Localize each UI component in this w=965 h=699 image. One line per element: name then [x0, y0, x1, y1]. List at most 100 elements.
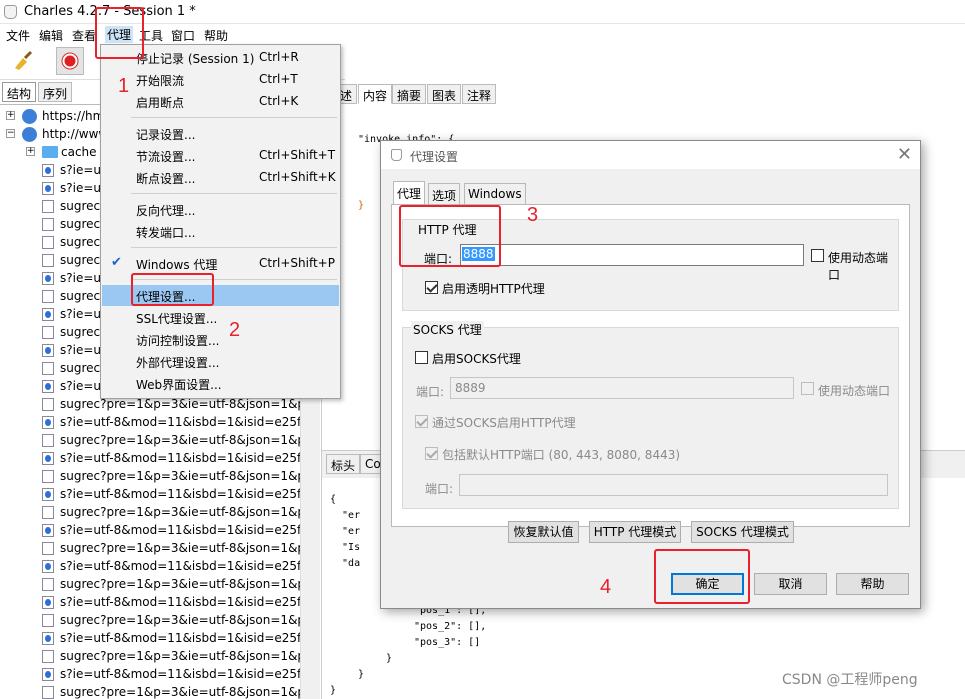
tree-item-label: s?ie=ut — [60, 271, 106, 285]
menu-item-web-interface[interactable]: Web界面设置... — [102, 373, 339, 394]
request-globe-icon — [42, 380, 54, 393]
checkmark-icon: ✔ — [111, 255, 122, 270]
menu-help[interactable]: 帮助 — [204, 27, 228, 44]
request-document-icon — [42, 614, 54, 627]
broom-clear-button[interactable] — [8, 47, 36, 75]
globe-icon — [22, 127, 37, 142]
http-port-input[interactable]: 8888 — [460, 244, 804, 266]
code-line: "pos_3": [] — [414, 637, 481, 648]
tab-structure[interactable]: 结构 — [2, 82, 37, 102]
tree-item-label: sugrec — [60, 199, 101, 213]
menu-edit[interactable]: 编辑 — [39, 27, 63, 44]
menu-item-start-throttling[interactable]: 开始限流 Ctrl+T — [102, 69, 339, 90]
dialog-title-bar: 代理设置 ✕ — [381, 141, 920, 169]
menu-item-ssl-proxy-settings[interactable]: SSL代理设置... — [102, 307, 339, 328]
include-default-ports-checkbox[interactable] — [425, 447, 438, 460]
menu-item-breakpoint-settings[interactable]: 断点设置... Ctrl+Shift+K — [102, 167, 339, 188]
code-line: "er — [330, 510, 361, 521]
request-document-icon — [42, 218, 54, 231]
menu-item-windows-proxy[interactable]: ✔ Windows 代理 Ctrl+Shift+P — [102, 253, 339, 274]
menu-item-access-control[interactable]: 访问控制设置... — [102, 329, 339, 350]
tree-item-label: s?ie=utf-8&mod=11&isbd=1&isid=e25f — [60, 487, 300, 501]
request-globe-icon — [42, 344, 54, 357]
socks-port-input[interactable]: 8889 — [450, 377, 794, 399]
tab-sequence[interactable]: 序列 — [38, 82, 73, 102]
tree-item-label: s?ie=ut — [60, 163, 106, 177]
annotation-box-ok — [654, 549, 750, 604]
tab-headers[interactable]: 标头 — [326, 454, 361, 474]
restore-defaults-button[interactable]: 恢复默认值 — [508, 521, 579, 543]
help-button[interactable]: 帮助 — [836, 573, 909, 595]
annotation-number-4: 4 — [600, 576, 612, 598]
dialog-tab-options[interactable]: 选项 — [428, 183, 461, 205]
socks-port2-input[interactable] — [459, 474, 888, 496]
annotation-number-2: 2 — [229, 319, 241, 341]
request-globe-icon — [42, 164, 54, 177]
tree-item-label: sugrec?pre=1&p=3&ie=utf-8&json=1&p — [60, 613, 300, 627]
code-line: } — [386, 653, 393, 664]
transparent-http-checkbox[interactable] — [425, 281, 438, 294]
record-button[interactable] — [56, 47, 84, 75]
charles-app-icon — [4, 5, 17, 19]
tab-notes[interactable]: 注释 — [462, 84, 497, 104]
request-globe-icon — [42, 632, 54, 645]
request-globe-icon — [42, 560, 54, 573]
request-document-icon — [42, 578, 54, 591]
socks-proxy-mode-button[interactable]: SOCKS 代理模式 — [691, 521, 794, 543]
cancel-button[interactable]: 取消 — [754, 573, 827, 595]
tree-item-label: s?ie=utf-8&mod=11&isbd=1&isid=e25f — [60, 559, 300, 573]
menu-separator — [131, 193, 337, 194]
request-document-icon — [42, 398, 54, 411]
code-line: } — [358, 200, 365, 211]
dialog-tab-windows[interactable]: Windows — [464, 183, 526, 205]
menu-item-enable-breakpoints[interactable]: 启用断点 Ctrl+K — [102, 91, 339, 112]
request-globe-icon — [42, 452, 54, 465]
request-globe-icon — [42, 308, 54, 321]
request-globe-icon — [42, 668, 54, 681]
tree-item-label: s?ie=utf-8&mod=11&isbd=1&isid=e25f — [60, 631, 300, 645]
menu-item-port-forwarding[interactable]: 转发端口... — [102, 221, 339, 242]
http-proxy-mode-button[interactable]: HTTP 代理模式 — [589, 521, 681, 543]
close-icon[interactable]: ✕ — [897, 144, 912, 165]
request-document-icon — [42, 686, 54, 699]
tree-item-label: sugrec?pre=1&p=3&ie=utf-8&json=1&p — [60, 433, 300, 447]
http-via-socks-checkbox[interactable] — [415, 415, 428, 428]
menu-item-recording-settings[interactable]: 记录设置... — [102, 123, 339, 144]
tree-item-label: sugrec — [60, 289, 101, 303]
socks-proxy-title: SOCKS 代理 — [411, 321, 484, 338]
expand-icon[interactable]: + — [26, 147, 35, 156]
expand-icon[interactable]: + — [6, 111, 15, 120]
menu-file[interactable]: 文件 — [6, 27, 30, 44]
menu-item-external-proxy[interactable]: 外部代理设置... — [102, 351, 339, 372]
tree-item-label: s?ie=utf-8&mod=11&isbd=1&isid=e25f — [60, 523, 300, 537]
annotation-box-proxy-settings — [131, 273, 214, 306]
tab-chart[interactable]: 图表 — [427, 84, 462, 104]
tree-item-label: s?ie=ut — [60, 181, 106, 195]
request-document-icon — [42, 470, 54, 483]
tree-item-label: s?ie=ut — [60, 379, 106, 393]
socks-dynamic-port-checkbox[interactable] — [801, 382, 814, 395]
menu-view[interactable]: 查看 — [72, 27, 96, 44]
annotation-box-proxy-menu — [95, 7, 144, 59]
request-document-icon — [42, 236, 54, 249]
tree-item-label: s?ie=ut — [60, 343, 106, 357]
http-dynamic-port-checkbox[interactable] — [811, 249, 824, 262]
tree-item-label: sugrec?pre=1&p=3&ie=utf-8&json=1&p — [60, 469, 300, 483]
request-document-icon — [42, 254, 54, 267]
dialog-tab-proxies[interactable]: 代理 — [393, 181, 426, 205]
tab-summary[interactable]: 摘要 — [392, 84, 427, 104]
enable-socks-label: 启用SOCKS代理 — [432, 352, 521, 366]
menu-item-throttle-settings[interactable]: 节流设置... Ctrl+Shift+T — [102, 145, 339, 166]
menu-item-reverse-proxy[interactable]: 反向代理... — [102, 199, 339, 220]
request-globe-icon — [42, 596, 54, 609]
transparent-http-label: 启用透明HTTP代理 — [442, 282, 545, 296]
tree-item-label: s?ie=utf-8&mod=11&isbd=1&isid=e25f — [60, 451, 300, 465]
request-document-icon — [42, 326, 54, 339]
annotation-box-http-port — [399, 205, 501, 267]
menu-window[interactable]: 窗口 — [171, 27, 195, 44]
request-document-icon — [42, 200, 54, 213]
tab-contents[interactable]: 内容 — [358, 84, 393, 104]
collapse-icon[interactable]: − — [6, 129, 15, 138]
request-document-icon — [42, 290, 54, 303]
enable-socks-checkbox[interactable] — [415, 351, 428, 364]
